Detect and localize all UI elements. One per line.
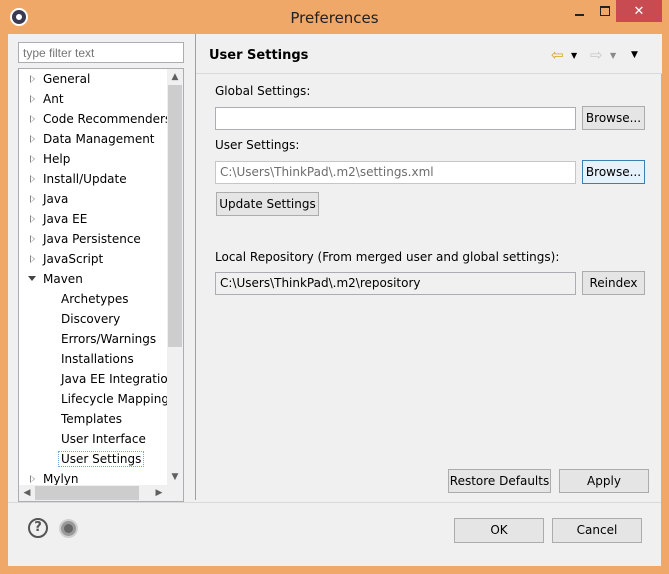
- tree-vertical-scrollbar[interactable]: ▲ ▼: [167, 69, 183, 485]
- tree-item-label: Installations: [61, 352, 134, 366]
- forward-history-dropdown-icon[interactable]: ▼: [610, 51, 616, 60]
- footer-divider: [8, 502, 661, 503]
- tree-item-label: Discovery: [61, 312, 121, 326]
- tree-item-label: Java EE: [43, 212, 88, 226]
- header-divider: [196, 73, 662, 74]
- maximize-icon: [600, 6, 610, 16]
- tree-item-label: Java EE Integration: [61, 372, 176, 386]
- collapsed-arrow-icon[interactable]: [30, 475, 35, 483]
- tree-item[interactable]: Data Management: [30, 129, 155, 149]
- tree-item-label: Archetypes: [61, 292, 129, 306]
- scroll-down-icon[interactable]: ▼: [167, 469, 183, 485]
- tree-item[interactable]: Installations: [61, 349, 134, 369]
- restore-defaults-button[interactable]: Restore Defaults: [448, 469, 551, 493]
- collapsed-arrow-icon[interactable]: [30, 195, 35, 203]
- tree-item-label: Maven: [43, 272, 83, 286]
- tree-item[interactable]: Ant: [30, 89, 64, 109]
- filter-input[interactable]: [18, 42, 184, 63]
- collapsed-arrow-icon[interactable]: [30, 75, 35, 83]
- tree-item[interactable]: Install/Update: [30, 169, 127, 189]
- tree-item-label: Errors/Warnings: [61, 332, 157, 346]
- tree-item-label: JavaScript: [43, 252, 104, 266]
- tree-item[interactable]: General: [30, 69, 91, 89]
- preference-page: User Settings ⇦ ▼ ⇨ ▼ ▼ Global Settings:…: [195, 34, 662, 500]
- page-title: User Settings: [209, 48, 309, 63]
- collapsed-arrow-icon[interactable]: [30, 255, 35, 263]
- ok-button[interactable]: OK: [454, 518, 544, 543]
- collapsed-arrow-icon[interactable]: [30, 115, 35, 123]
- tree-item[interactable]: Archetypes: [61, 289, 129, 309]
- tree-item-label: Install/Update: [43, 172, 127, 186]
- preference-tree: General Ant Code Recommenders Data Manageme…: [18, 68, 184, 502]
- tree-item[interactable]: Java: [30, 189, 69, 209]
- tree-item-label: User Settings: [58, 451, 145, 467]
- scroll-right-icon[interactable]: ▶: [151, 485, 167, 501]
- collapsed-arrow-icon[interactable]: [30, 215, 35, 223]
- tree-item[interactable]: User Interface: [61, 429, 146, 449]
- tree-item[interactable]: Code Recommenders: [30, 109, 172, 129]
- tree-item[interactable]: Help: [30, 149, 71, 169]
- update-settings-button[interactable]: Update Settings: [216, 192, 319, 216]
- collapsed-arrow-icon[interactable]: [30, 175, 35, 183]
- scrollbar-corner: [167, 485, 183, 501]
- maximize-button[interactable]: [592, 0, 618, 22]
- apply-button[interactable]: Apply: [559, 469, 649, 493]
- tree-item-label: Java Persistence: [43, 232, 141, 246]
- back-arrow-icon[interactable]: ⇦: [551, 46, 564, 64]
- tree-item[interactable]: JavaScript: [30, 249, 104, 269]
- user-browse-button[interactable]: Browse...: [582, 160, 645, 184]
- tree-item-label: Templates: [61, 412, 123, 426]
- collapsed-arrow-icon[interactable]: [30, 155, 35, 163]
- tree-item[interactable]: Java EE: [30, 209, 88, 229]
- tree-vertical-scroll-thumb[interactable]: [168, 85, 182, 347]
- tree-item[interactable]: Templates: [61, 409, 122, 429]
- page-header: User Settings ⇦ ▼ ⇨ ▼ ▼: [196, 34, 662, 74]
- minimize-icon: [574, 14, 584, 16]
- scroll-left-icon[interactable]: ◀: [19, 485, 35, 501]
- tree-item-label: General: [43, 72, 91, 86]
- tree-item[interactable]: Java Persistence: [30, 229, 141, 249]
- forward-arrow-icon[interactable]: ⇨: [590, 46, 603, 64]
- tree-item[interactable]: Errors/Warnings: [61, 329, 156, 349]
- global-browse-button[interactable]: Browse...: [582, 106, 645, 130]
- scroll-up-icon[interactable]: ▲: [167, 69, 183, 85]
- local-repository-label: Local Repository (From merged user and g…: [215, 250, 560, 264]
- tree-item-label: Ant: [43, 92, 64, 106]
- tree-item[interactable]: Maven: [28, 269, 83, 289]
- tree-item-label: Mylyn: [43, 472, 79, 486]
- import-export-icon[interactable]: [59, 519, 78, 538]
- collapsed-arrow-icon[interactable]: [30, 235, 35, 243]
- tree-item-label: Data Management: [43, 132, 155, 146]
- view-menu-icon[interactable]: ▼: [631, 50, 638, 60]
- expanded-arrow-icon[interactable]: [28, 276, 36, 281]
- user-settings-label: User Settings:: [215, 138, 300, 152]
- tree-item-label: Lifecycle Mapping: [61, 392, 169, 406]
- reindex-button[interactable]: Reindex: [582, 271, 645, 295]
- title-bar[interactable]: Preferences ✕: [0, 0, 669, 34]
- global-settings-input[interactable]: [215, 107, 576, 130]
- cancel-button[interactable]: Cancel: [552, 518, 642, 543]
- tree-item[interactable]: Lifecycle Mapping: [61, 389, 169, 409]
- tree-horizontal-scroll-thumb[interactable]: [35, 486, 139, 500]
- back-history-dropdown-icon[interactable]: ▼: [571, 51, 577, 60]
- minimize-button[interactable]: [566, 0, 592, 22]
- collapsed-arrow-icon[interactable]: [30, 135, 35, 143]
- tree-item[interactable]: User Settings: [58, 449, 145, 469]
- global-settings-label: Global Settings:: [215, 84, 311, 98]
- preferences-window: Preferences ✕ General Ant Code Recommender…: [0, 0, 669, 574]
- tree-horizontal-scrollbar[interactable]: ◀ ▶: [19, 485, 167, 501]
- help-icon[interactable]: ?: [28, 518, 48, 538]
- tree-item-label: Code Recommenders: [43, 112, 172, 126]
- tree-item-label: User Interface: [61, 432, 146, 446]
- tree-item[interactable]: Discovery: [61, 309, 120, 329]
- close-icon: ✕: [633, 3, 645, 19]
- local-repository-field: C:\Users\ThinkPad\.m2\repository: [215, 272, 576, 295]
- tree-item-label: Help: [43, 152, 71, 166]
- user-settings-input[interactable]: C:\Users\ThinkPad\.m2\settings.xml: [215, 161, 576, 184]
- collapsed-arrow-icon[interactable]: [30, 95, 35, 103]
- tree-item[interactable]: Java EE Integration: [61, 369, 175, 389]
- tree-item-label: Java: [43, 192, 69, 206]
- close-button[interactable]: ✕: [616, 0, 662, 22]
- dialog-client-area: General Ant Code Recommenders Data Manageme…: [8, 34, 662, 566]
